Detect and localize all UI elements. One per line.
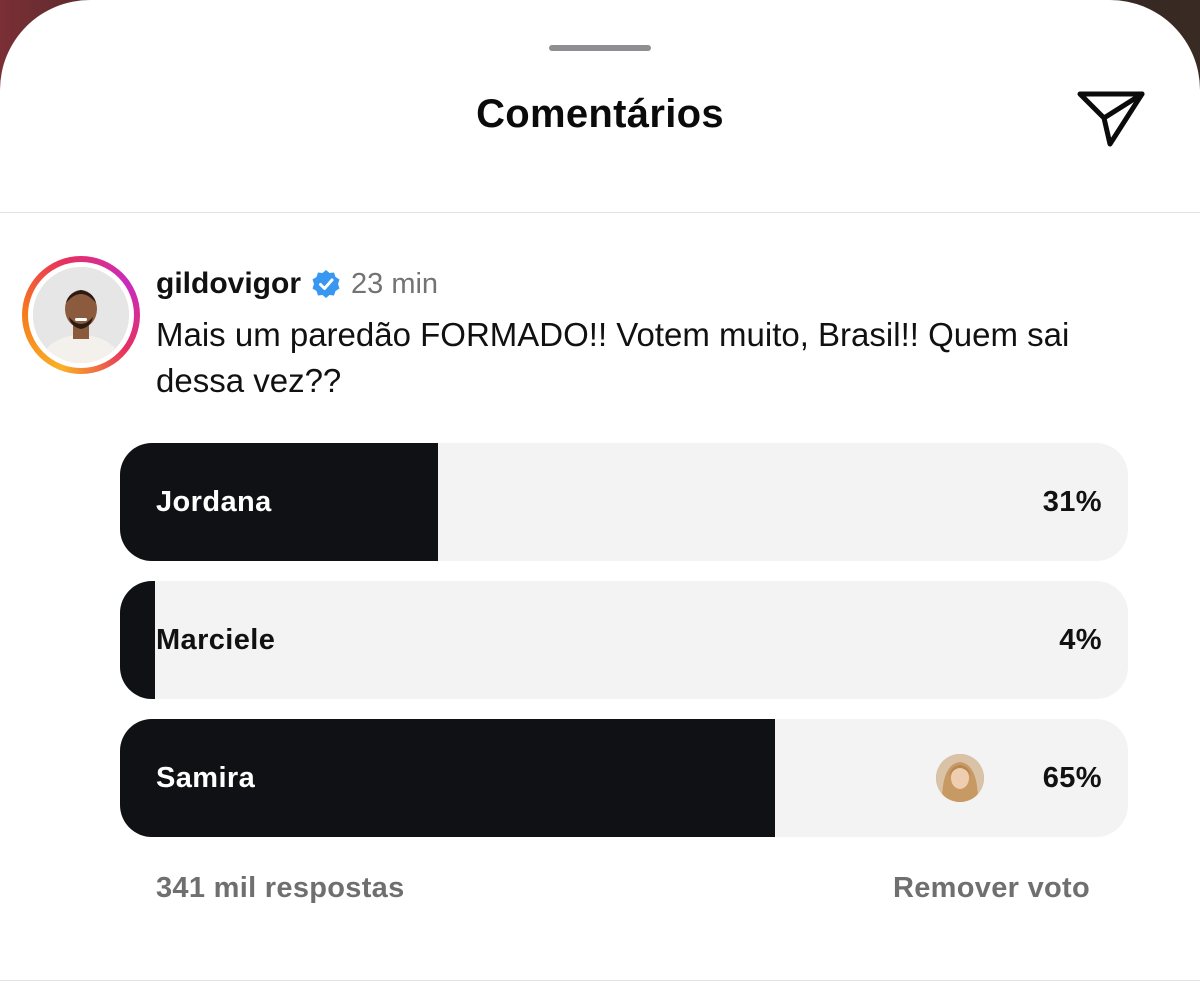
remove-vote-button[interactable]: Remover voto bbox=[893, 872, 1090, 905]
poll-option-label: Marciele bbox=[156, 623, 276, 656]
avatar bbox=[33, 267, 129, 363]
poll-option-percent: 4% bbox=[1059, 623, 1102, 656]
page-title: Comentários bbox=[476, 92, 724, 136]
poll-option-percent: 65% bbox=[1042, 761, 1102, 794]
sheet-grabber[interactable] bbox=[549, 45, 651, 51]
poll-option-percent: 31% bbox=[1042, 485, 1102, 518]
poll-option-fill bbox=[120, 581, 155, 699]
comment-time: 23 min bbox=[351, 267, 439, 300]
responses-count[interactable]: 341 mil respostas bbox=[156, 872, 405, 905]
comment-header: gildovigor 23 min bbox=[156, 262, 438, 306]
username[interactable]: gildovigor bbox=[156, 267, 301, 301]
verified-badge-icon bbox=[312, 270, 340, 298]
poll-option-label: Jordana bbox=[156, 485, 272, 518]
voter-avatar bbox=[936, 754, 984, 802]
poll-option-marciele[interactable]: Marciele 4% bbox=[120, 581, 1128, 699]
send-icon bbox=[1077, 91, 1145, 147]
poll-option-label: Samira bbox=[156, 761, 256, 794]
header-divider bbox=[0, 212, 1200, 213]
footer-divider bbox=[0, 980, 1200, 981]
comment-text: Mais um paredão FORMADO!! Votem muito, B… bbox=[156, 316, 1070, 399]
comments-sheet: Comentários gildovigor 23 min Mais um pa… bbox=[0, 0, 1200, 996]
story-ring[interactable] bbox=[22, 256, 140, 374]
share-button[interactable] bbox=[1074, 84, 1150, 154]
poll-option-jordana[interactable]: Jordana 31% bbox=[120, 443, 1128, 561]
poll-option-samira[interactable]: Samira 65% bbox=[120, 719, 1128, 837]
